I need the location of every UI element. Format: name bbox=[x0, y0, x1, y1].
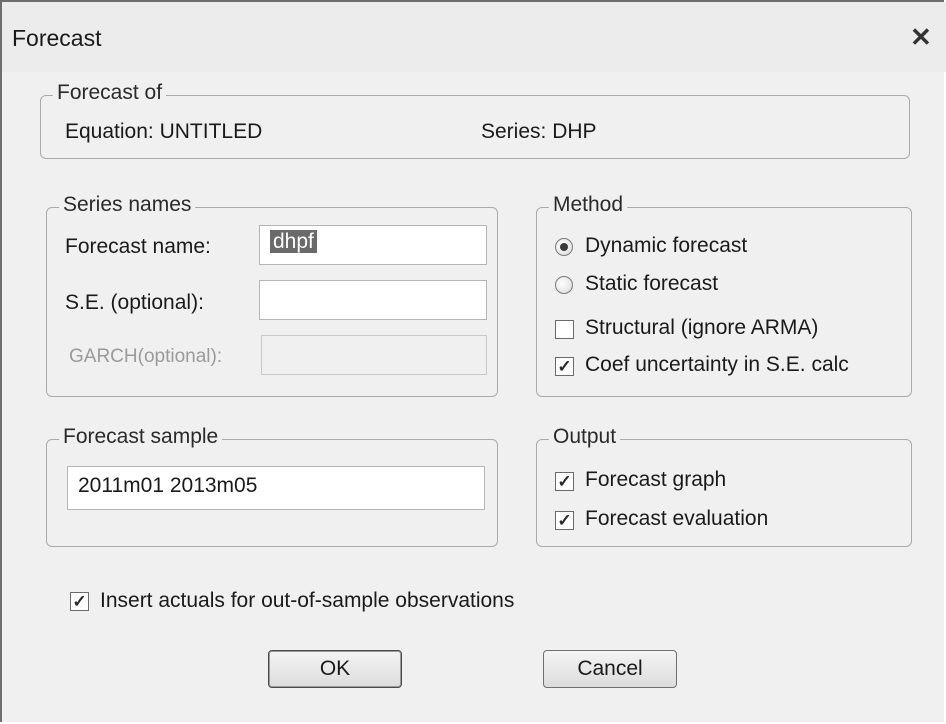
forecast-name-value: dhpf bbox=[270, 230, 317, 253]
method-group: Method Dynamic forecast Static forecast … bbox=[536, 193, 912, 397]
garch-label: GARCH(optional): bbox=[69, 346, 223, 367]
structural-label[interactable]: Structural (ignore ARMA) bbox=[585, 316, 818, 340]
insert-actuals-checkbox[interactable]: ✓ bbox=[70, 592, 89, 611]
forecast-of-legend: Forecast of bbox=[53, 81, 167, 105]
series-label: Series: DHP bbox=[481, 120, 597, 143]
series-names-legend: Series names bbox=[59, 193, 196, 217]
forecast-graph-checkbox[interactable]: ✓ bbox=[555, 472, 574, 491]
insert-actuals-label[interactable]: Insert actuals for out-of-sample observa… bbox=[100, 589, 514, 613]
title-bar[interactable]: Forecast ✕ bbox=[2, 2, 946, 72]
forecast-sample-legend: Forecast sample bbox=[59, 425, 223, 449]
se-input[interactable] bbox=[259, 280, 487, 320]
static-forecast-radio[interactable] bbox=[555, 276, 573, 294]
forecast-dialog: Forecast ✕ Forecast of Equation: UNTITLE… bbox=[0, 0, 946, 722]
output-group: Output ✓ Forecast graph ✓ Forecast evalu… bbox=[536, 425, 912, 547]
structural-checkbox[interactable] bbox=[555, 320, 574, 339]
series-names-group: Series names Forecast name: dhpf S.E. (o… bbox=[46, 193, 498, 397]
forecast-sample-input[interactable]: 2011m01 2013m05 bbox=[67, 466, 485, 510]
dynamic-forecast-radio[interactable] bbox=[555, 238, 573, 256]
ok-button[interactable]: OK bbox=[268, 650, 402, 688]
close-icon[interactable]: ✕ bbox=[910, 22, 932, 53]
equation-label: Equation: UNTITLED bbox=[65, 120, 263, 143]
se-label: S.E. (optional): bbox=[65, 291, 204, 314]
forecast-name-label: Forecast name: bbox=[65, 235, 211, 258]
forecast-graph-label[interactable]: Forecast graph bbox=[585, 468, 726, 492]
static-forecast-label[interactable]: Static forecast bbox=[585, 272, 718, 296]
forecast-name-input[interactable]: dhpf bbox=[259, 225, 487, 265]
forecast-evaluation-checkbox[interactable]: ✓ bbox=[555, 511, 574, 530]
forecast-sample-group: Forecast sample 2011m01 2013m05 bbox=[46, 425, 498, 547]
dynamic-forecast-label[interactable]: Dynamic forecast bbox=[585, 234, 747, 258]
forecast-evaluation-label[interactable]: Forecast evaluation bbox=[585, 507, 768, 531]
output-legend: Output bbox=[549, 425, 621, 449]
coef-uncertainty-label[interactable]: Coef uncertainty in S.E. calc bbox=[585, 353, 849, 377]
coef-uncertainty-checkbox[interactable]: ✓ bbox=[555, 357, 574, 376]
cancel-button[interactable]: Cancel bbox=[543, 650, 677, 688]
garch-input bbox=[261, 335, 487, 375]
forecast-of-group: Forecast of Equation: UNTITLED Series: D… bbox=[40, 81, 910, 159]
method-legend: Method bbox=[549, 193, 628, 217]
window-title: Forecast bbox=[12, 25, 102, 51]
